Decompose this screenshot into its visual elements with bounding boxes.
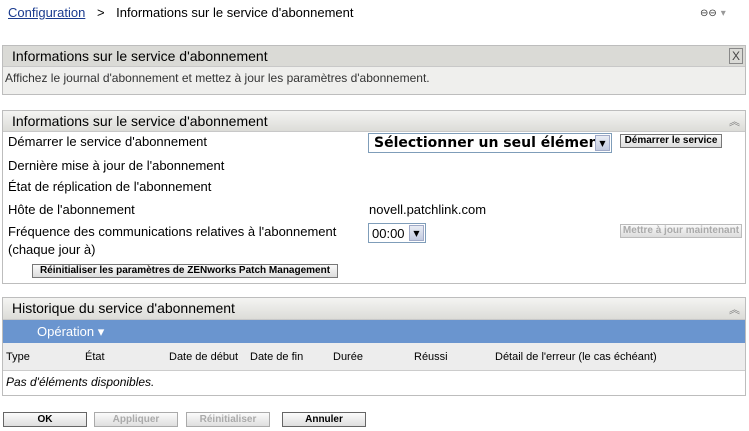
table-header: Type État Date de début Date de fin Duré… — [3, 343, 745, 371]
start-select-value: Sélectionner un seul élément — [374, 135, 606, 151]
info-panel: Informations sur le service d'abonnement… — [2, 110, 746, 284]
dropdown-arrow-icon[interactable]: ▾ — [721, 8, 726, 19]
operation-menu[interactable]: Opération ▾ — [37, 324, 104, 340]
frequency-label: Fréquence des communications relatives à… — [8, 224, 337, 239]
column-start-date[interactable]: Date de début — [169, 351, 238, 363]
update-now-button[interactable]: Mettre à jour maintenant — [620, 224, 742, 238]
help-panel: Informations sur le service d'abonnement… — [2, 45, 746, 95]
info-panel-title: Informations sur le service d'abonnement… — [3, 111, 745, 132]
ok-button[interactable]: OK — [3, 412, 87, 427]
host-value: novell.patchlink.com — [369, 202, 487, 217]
history-toolbar: Opération ▾ — [3, 320, 745, 343]
column-success[interactable]: Réussi — [414, 351, 448, 363]
last-update-label: Dernière mise à jour de l'abonnement — [8, 158, 225, 173]
breadcrumb-current: Informations sur le service d'abonnement — [116, 5, 354, 20]
breadcrumb-separator: > — [96, 5, 105, 20]
column-type[interactable]: Type — [6, 351, 30, 363]
start-label: Démarrer le service d'abonnement — [8, 134, 208, 149]
help-panel-title: Informations sur le service d'abonnement… — [3, 46, 745, 67]
collapse-icon[interactable]: ︽ — [729, 301, 740, 317]
replication-label: État de réplication de l'abonnement — [8, 179, 212, 194]
close-icon[interactable]: X — [729, 48, 743, 64]
cancel-button[interactable]: Annuler — [282, 412, 366, 427]
chevron-down-icon: ▼ — [409, 225, 424, 241]
frequency-value: 00:00 — [372, 226, 405, 241]
help-description: Affichez le journal d'abonnement et mett… — [5, 71, 430, 85]
frequency-label-suffix: (chaque jour à) — [8, 242, 96, 257]
history-panel-title: Historique du service d'abonnement ︽ — [3, 298, 745, 320]
frequency-select[interactable]: 00:00 ▼ — [368, 223, 426, 243]
empty-message: Pas d'éléments disponibles. — [6, 375, 155, 389]
history-panel: Historique du service d'abonnement ︽ Opé… — [2, 297, 746, 396]
link-icon[interactable]: ⊖⊖ ▾ — [700, 8, 726, 19]
column-duration[interactable]: Durée — [333, 351, 363, 363]
breadcrumb: Configuration > Informations sur le serv… — [8, 5, 354, 20]
reset-button[interactable]: Réinitialiser — [186, 412, 270, 427]
chevron-down-icon: ▼ — [595, 135, 610, 151]
column-end-date[interactable]: Date de fin — [250, 351, 303, 363]
host-label: Hôte de l'abonnement — [8, 202, 135, 217]
apply-button[interactable]: Appliquer — [94, 412, 178, 427]
reset-zpm-settings-button[interactable]: Réinitialiser les paramètres de ZENworks… — [32, 264, 338, 278]
column-state[interactable]: État — [85, 351, 105, 363]
start-select[interactable]: Sélectionner un seul élément ▼ — [368, 133, 612, 153]
start-service-button[interactable]: Démarrer le service — [620, 134, 722, 148]
column-error-detail[interactable]: Détail de l'erreur (le cas échéant) — [495, 351, 657, 363]
collapse-icon[interactable]: ︽ — [729, 113, 740, 129]
breadcrumb-link-configuration[interactable]: Configuration — [8, 5, 85, 20]
